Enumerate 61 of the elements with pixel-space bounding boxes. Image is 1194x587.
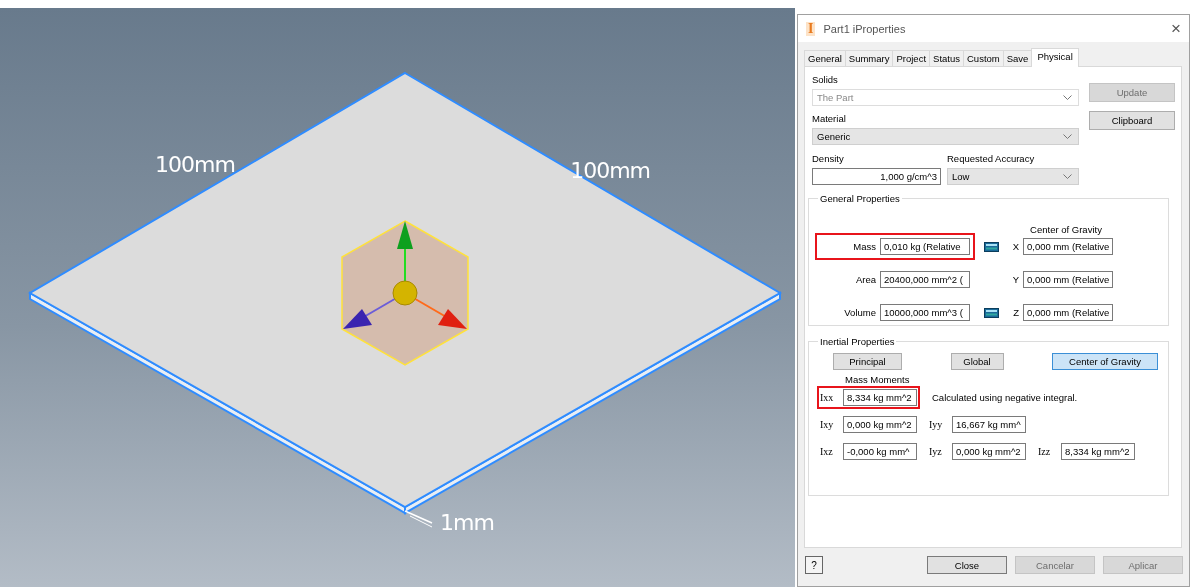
field-label: Ixx: [820, 392, 835, 403]
field-label: Solids: [812, 73, 839, 86]
group-title: General Properties: [819, 193, 901, 204]
option-button[interactable]: Center of Gravity: [1052, 353, 1158, 370]
value-field[interactable]: -0,000 kg mm^: [843, 443, 917, 460]
window-title: Part1 iProperties: [823, 22, 907, 35]
chevron-down-icon: [1063, 173, 1072, 180]
dialog-button[interactable]: Close: [927, 556, 1007, 574]
calculator-icon[interactable]: [983, 307, 999, 318]
side-button[interactable]: Clipboard: [1089, 111, 1175, 130]
value-field[interactable]: 8,334 kg mm^2: [1061, 443, 1135, 460]
option-button[interactable]: Principal: [833, 353, 902, 370]
field-label: Iyy: [929, 419, 944, 430]
value-field[interactable]: 0,000 kg mm^2: [843, 416, 917, 433]
value-field[interactable]: 0,000 mm (Relative: [1023, 271, 1113, 288]
dropdown-value: Low: [952, 171, 971, 182]
app-icon: I: [806, 21, 816, 36]
field-label: Ixy: [820, 419, 835, 430]
value-field[interactable]: 16,667 kg mm^: [952, 416, 1026, 433]
chevron-down-icon: [1063, 94, 1072, 101]
note-text: Calculated using negative integral.: [931, 392, 1079, 403]
dropdown[interactable]: Low: [947, 168, 1079, 185]
close-button[interactable]: ×: [1171, 20, 1181, 37]
field-label: Ixz: [820, 446, 834, 457]
field-label: Requested Accuracy: [947, 152, 1036, 165]
value-field[interactable]: 0,000 kg mm^2: [952, 443, 1026, 460]
axis-label: Y: [1011, 274, 1019, 285]
value-field[interactable]: 20400,000 mm^2 (: [880, 271, 970, 288]
axis-label: X: [1011, 241, 1019, 252]
field-label: Area: [855, 274, 876, 285]
tab[interactable]: Physical: [1031, 48, 1079, 67]
dimension-label: 100mm: [570, 158, 650, 183]
value-field[interactable]: 0,010 kg (Relative: [880, 238, 970, 255]
field-label: Iyz: [929, 446, 943, 457]
tab[interactable]: General: [804, 50, 846, 66]
field-label: Izz: [1038, 446, 1052, 457]
field-label: Mass: [853, 241, 876, 252]
field-label: Material: [812, 112, 847, 125]
dropdown-value: The Part: [817, 92, 855, 103]
field-label: Density: [812, 152, 845, 165]
value-field[interactable]: 0,000 mm (Relative: [1023, 304, 1113, 321]
dropdown-value: Generic: [817, 131, 852, 142]
tab[interactable]: Project: [892, 50, 931, 66]
value-field[interactable]: 10000,000 mm^3 (: [880, 304, 970, 321]
dimension-label: 1mm: [440, 510, 494, 535]
option-button[interactable]: Global: [950, 353, 1004, 370]
calculator-icon[interactable]: [983, 241, 999, 252]
density-field[interactable]: 1,000 g/cm^3: [812, 168, 941, 185]
chevron-down-icon: [1063, 133, 1072, 140]
value-field[interactable]: 8,334 kg mm^2: [843, 389, 917, 406]
group-title: Inertial Properties: [819, 336, 896, 347]
leader-line: [404, 510, 433, 528]
axis-label: Z: [1012, 307, 1019, 318]
dimension-label: 100mm: [155, 152, 235, 177]
column-title: Center of Gravity: [1029, 224, 1103, 235]
tab[interactable]: Summary: [844, 50, 894, 66]
field-label: Volume: [844, 307, 876, 318]
dropdown[interactable]: Generic: [812, 128, 1079, 145]
help-button[interactable]: ?: [805, 556, 823, 574]
section-label: Mass Moments: [845, 374, 911, 385]
value-field[interactable]: 0,000 mm (Relative: [1023, 238, 1113, 255]
